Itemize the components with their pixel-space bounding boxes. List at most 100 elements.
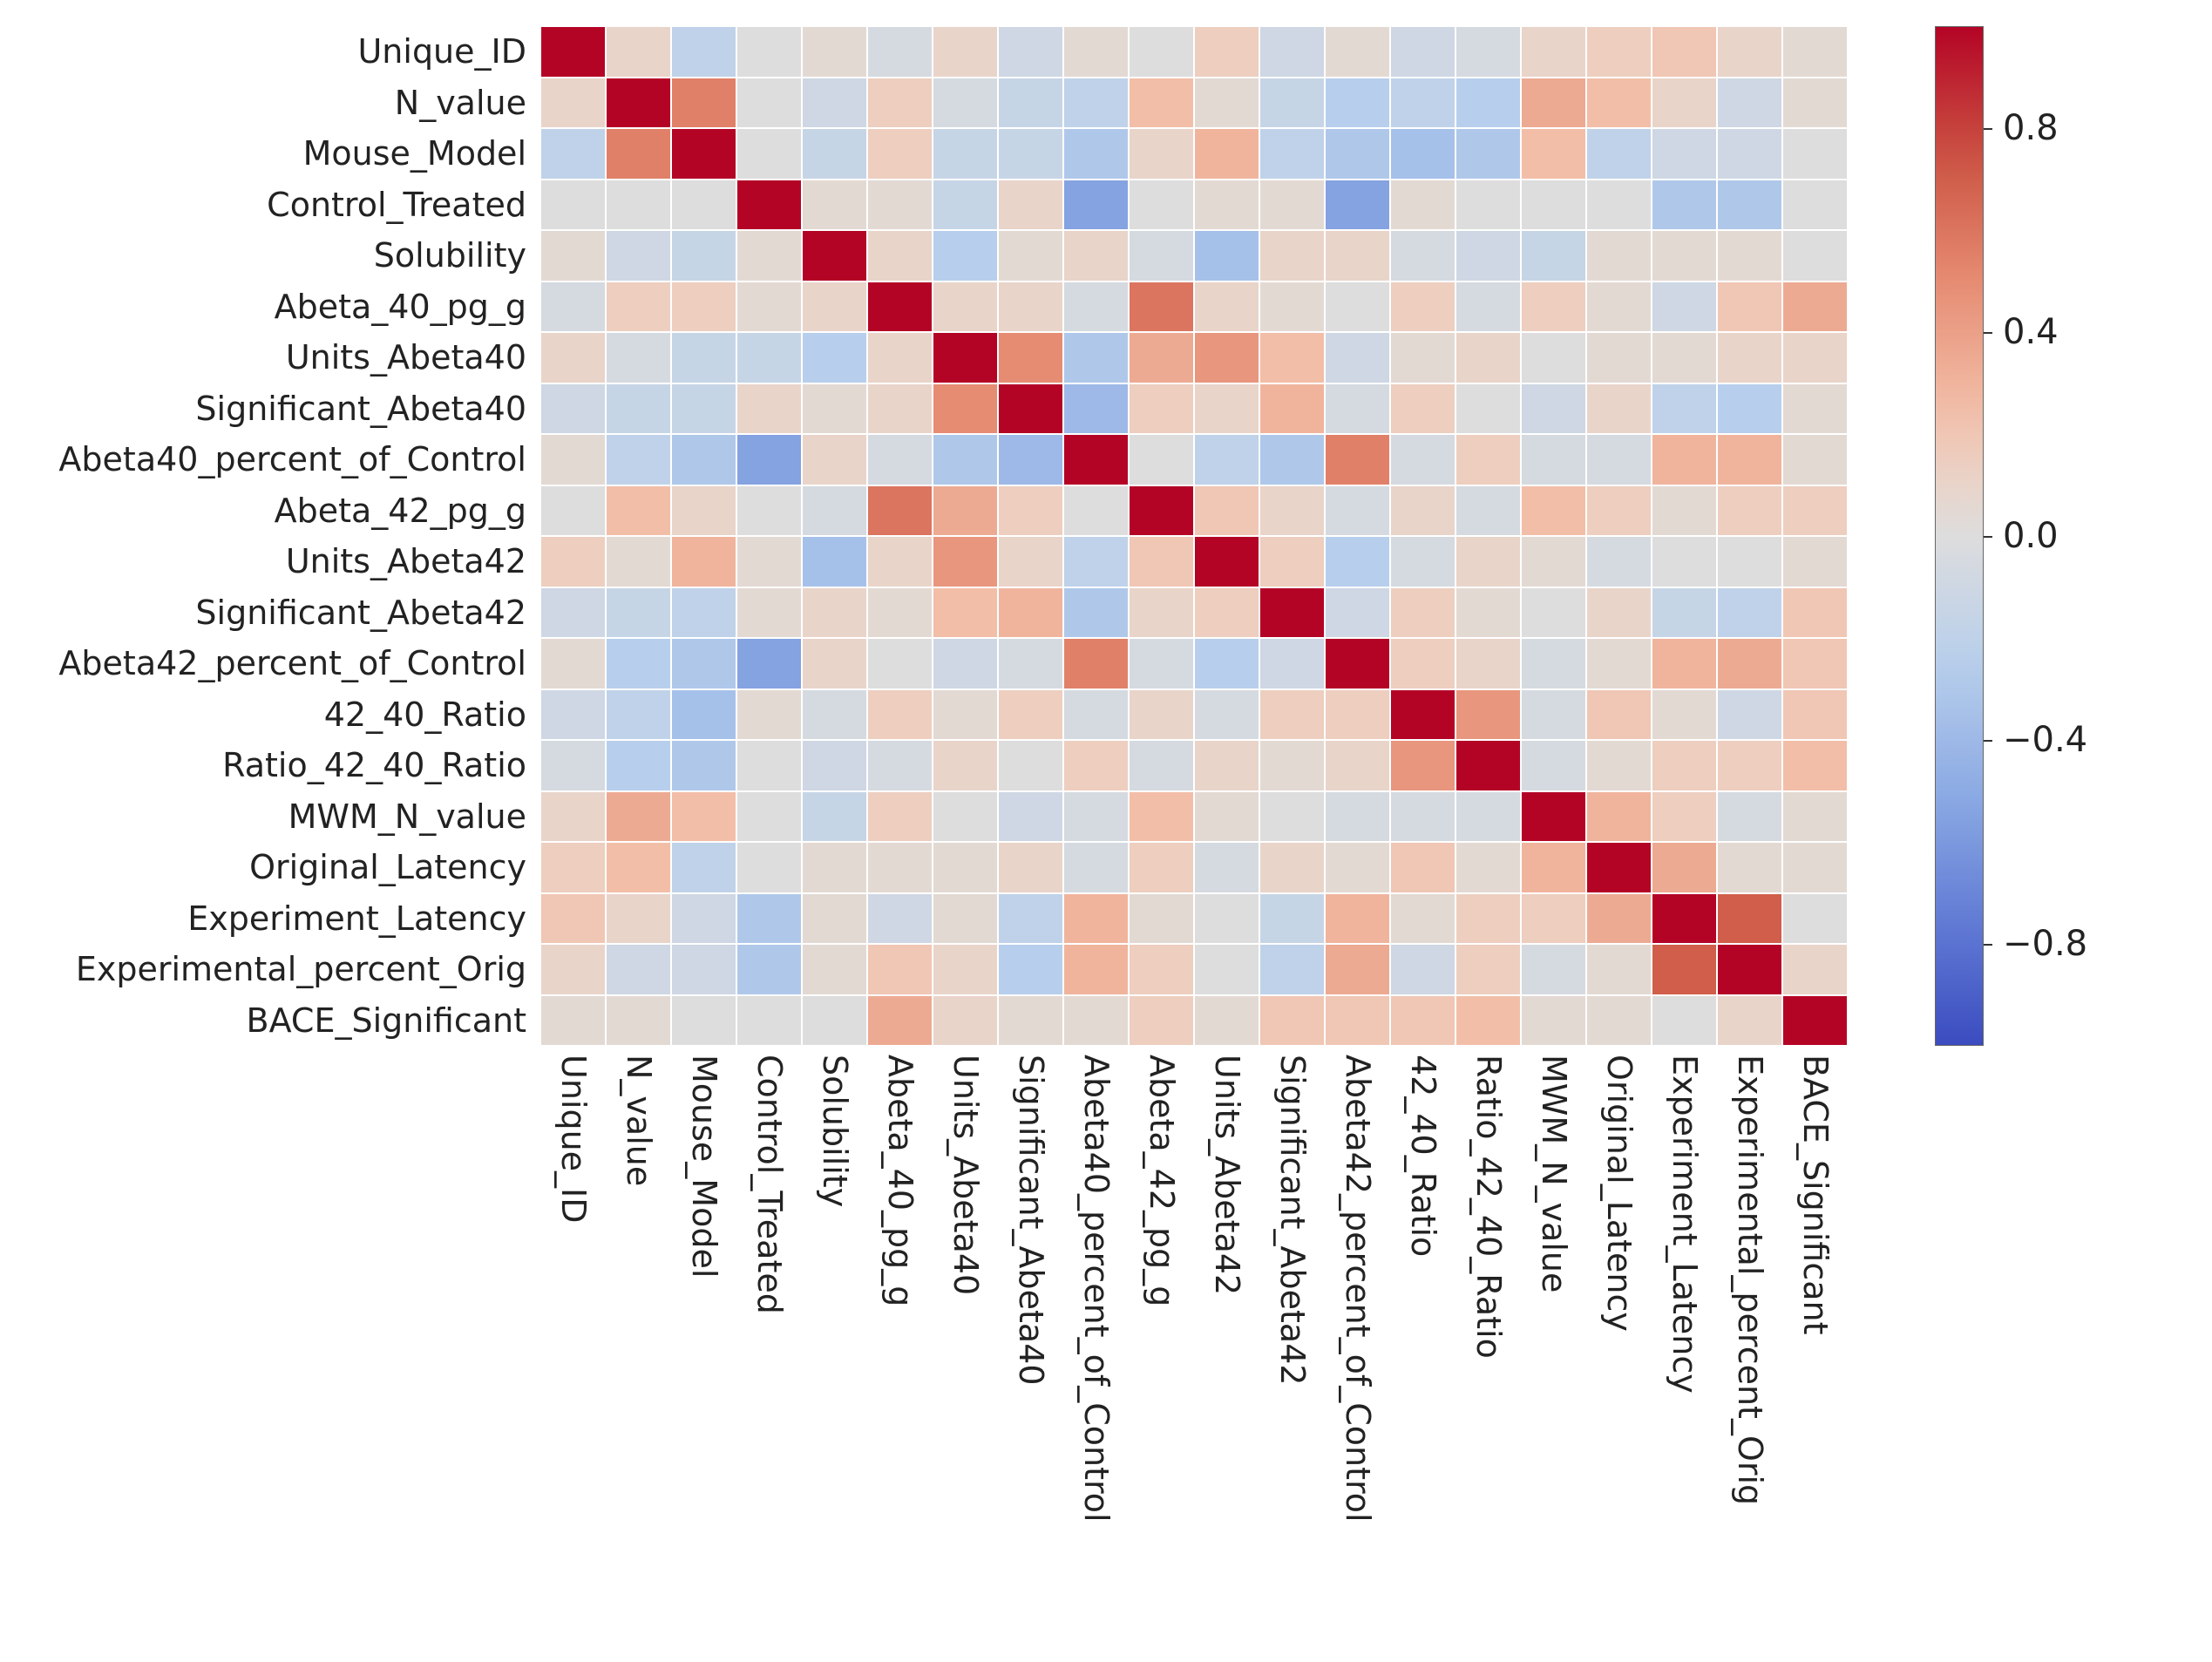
heatmap-cell <box>671 740 736 791</box>
x-tick-label: Units_Abeta42 <box>1208 1055 1246 1295</box>
heatmap-cell <box>1390 842 1455 893</box>
heatmap-cell <box>1782 230 1848 282</box>
heatmap-cell <box>1782 78 1848 129</box>
heatmap-cell <box>1521 689 1586 741</box>
heatmap-cell <box>802 944 867 995</box>
heatmap-cell <box>1455 26 1521 78</box>
heatmap-cell <box>1652 995 1717 1047</box>
heatmap-cell <box>540 180 606 231</box>
heatmap-cell <box>998 740 1063 791</box>
heatmap-cell <box>1586 995 1652 1047</box>
heatmap-cell <box>998 689 1063 741</box>
heatmap-cell <box>606 842 671 893</box>
heatmap-cell <box>1652 893 1717 945</box>
heatmap-cell <box>671 638 736 689</box>
heatmap-cell <box>1194 26 1259 78</box>
x-tick: Abeta40_percent_of_Control <box>1063 1055 1129 1656</box>
heatmap-cell <box>1521 536 1586 587</box>
heatmap-cell <box>1194 434 1259 485</box>
heatmap-cell <box>1455 180 1521 231</box>
heatmap-cell <box>1521 842 1586 893</box>
heatmap-cell <box>1129 282 1194 333</box>
heatmap-cell <box>933 78 998 129</box>
heatmap-cell <box>1717 536 1782 587</box>
heatmap-cell <box>1259 995 1325 1047</box>
heatmap-cell <box>802 434 867 485</box>
heatmap-cell <box>540 689 606 741</box>
heatmap-cell <box>1717 587 1782 639</box>
heatmap-cell <box>1652 536 1717 587</box>
heatmap-cell <box>736 434 802 485</box>
heatmap-cell <box>1390 587 1455 639</box>
x-axis-labels: Unique_IDN_valueMouse_ModelControl_Treat… <box>540 1055 1848 1656</box>
heatmap-cell <box>1652 434 1717 485</box>
heatmap-cell <box>1782 128 1848 180</box>
heatmap-cell <box>1717 282 1782 333</box>
heatmap-cell <box>933 332 998 383</box>
heatmap-cell <box>1063 893 1129 945</box>
heatmap-cell <box>1194 638 1259 689</box>
heatmap-cell <box>1129 434 1194 485</box>
heatmap-cell <box>1325 638 1390 689</box>
heatmap-cell <box>1390 638 1455 689</box>
heatmap-cell <box>1586 78 1652 129</box>
heatmap-cell <box>933 944 998 995</box>
heatmap-cell <box>1455 536 1521 587</box>
colorbar-tick-label: 0.4 <box>2003 312 2059 352</box>
heatmap-cell <box>1129 536 1194 587</box>
heatmap-cell <box>867 78 933 129</box>
heatmap-cell <box>1717 180 1782 231</box>
heatmap-cell <box>1063 791 1129 843</box>
heatmap-cell <box>736 128 802 180</box>
heatmap-cell <box>1390 383 1455 435</box>
y-tick-label: Control_Treated <box>0 180 530 231</box>
heatmap-cell <box>1390 689 1455 741</box>
heatmap-cell <box>1586 383 1652 435</box>
heatmap-cell <box>1390 282 1455 333</box>
heatmap-cell <box>867 638 933 689</box>
heatmap-cell <box>1652 180 1717 231</box>
heatmap-cell <box>1259 332 1325 383</box>
heatmap-cell <box>1194 332 1259 383</box>
y-tick-label: Units_Abeta42 <box>0 536 530 587</box>
heatmap-cell <box>867 536 933 587</box>
heatmap-cell <box>736 536 802 587</box>
heatmap-cell <box>1782 995 1848 1047</box>
heatmap-cell <box>1652 230 1717 282</box>
heatmap-cell <box>1259 536 1325 587</box>
heatmap-cell <box>1455 282 1521 333</box>
heatmap-cell <box>933 536 998 587</box>
heatmap-cell <box>736 383 802 435</box>
heatmap-cell <box>1194 282 1259 333</box>
heatmap-cell <box>1455 638 1521 689</box>
heatmap-cell <box>1259 689 1325 741</box>
y-tick-label: BACE_Significant <box>0 995 530 1047</box>
heatmap-cell <box>1194 485 1259 537</box>
heatmap-cell <box>1325 689 1390 741</box>
heatmap-cell <box>1717 485 1782 537</box>
colorbar-tick <box>1984 332 1992 334</box>
y-tick-label: Significant_Abeta40 <box>0 383 530 435</box>
heatmap-cell <box>1455 485 1521 537</box>
x-tick: Significant_Abeta42 <box>1259 1055 1325 1656</box>
heatmap-cell <box>606 740 671 791</box>
heatmap-cell <box>1586 332 1652 383</box>
heatmap-cell <box>1586 485 1652 537</box>
heatmap-cell <box>1521 893 1586 945</box>
heatmap-cell <box>1521 485 1586 537</box>
heatmap-cell <box>867 740 933 791</box>
heatmap-cell <box>867 230 933 282</box>
y-tick-label: Solubility <box>0 230 530 282</box>
heatmap-cell <box>1586 180 1652 231</box>
heatmap-cell <box>867 587 933 639</box>
heatmap-cell <box>998 791 1063 843</box>
heatmap-cell <box>998 944 1063 995</box>
colorbar-gradient <box>1935 26 1984 1046</box>
heatmap-cell <box>933 128 998 180</box>
y-tick-label: Experimental_percent_Orig <box>0 944 530 995</box>
x-tick: Units_Abeta40 <box>933 1055 998 1656</box>
heatmap-cell <box>1259 842 1325 893</box>
heatmap-cell <box>1325 230 1390 282</box>
heatmap-cell <box>1129 485 1194 537</box>
heatmap-cell <box>802 995 867 1047</box>
